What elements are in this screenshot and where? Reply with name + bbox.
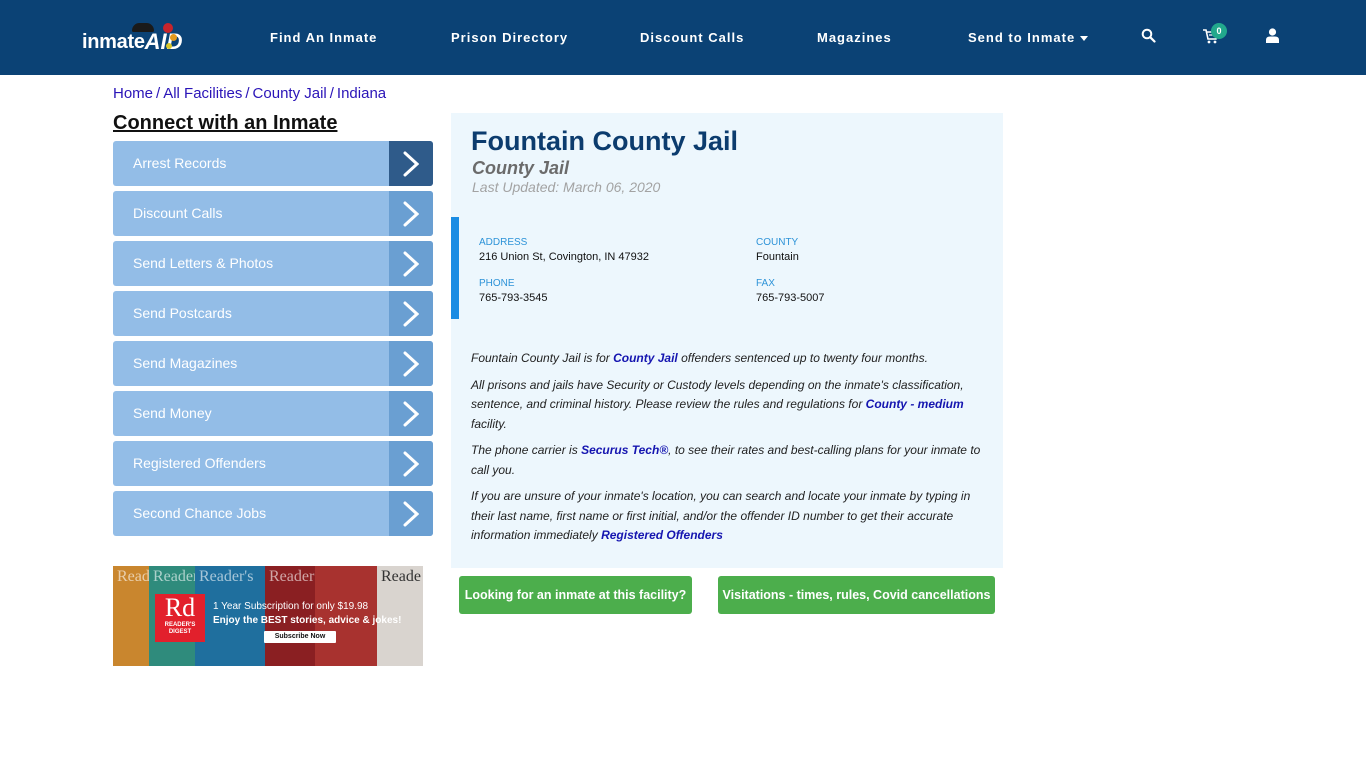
- sidebar-menu: Arrest Records Discount Calls Send Lette…: [113, 141, 433, 541]
- description-paragraph: The phone carrier is Securus Tech®, to s…: [471, 443, 981, 477]
- leaf-icon: [170, 34, 177, 41]
- user-icon[interactable]: [1266, 28, 1279, 48]
- phone-label: PHONE: [479, 278, 515, 289]
- sidebar-item-label: Send Postcards: [133, 305, 232, 321]
- chevron-right-icon: [389, 341, 433, 386]
- search-icon[interactable]: [1141, 28, 1156, 48]
- readers-digest-logo: Rd READER'S DIGEST: [155, 594, 205, 642]
- leaf-icon: [163, 23, 173, 33]
- facility-panel: Fountain County Jail County Jail Last Up…: [451, 113, 1003, 568]
- facility-type: County Jail: [472, 158, 570, 178]
- logo-text-aid: AID: [144, 29, 183, 54]
- registered-offenders-link[interactable]: Registered Offenders: [601, 528, 723, 542]
- county-medium-link[interactable]: County - medium: [866, 397, 964, 411]
- sidebar-item-label: Second Chance Jobs: [133, 505, 267, 521]
- breadcrumb-all-facilities[interactable]: All Facilities: [163, 85, 242, 102]
- fax-value: 765-793-5007: [756, 292, 825, 304]
- ad-promo-line-1: 1 Year Subscription for only $19.98: [213, 601, 369, 612]
- cart-count-badge: 0: [1211, 23, 1227, 39]
- sidebar-item-label: Send Money: [133, 405, 212, 421]
- address-label: ADDRESS: [479, 237, 528, 248]
- address-value: 216 Union St, Covington, IN 47932: [479, 251, 650, 263]
- breadcrumb: Home / All Facilities / County Jail / Indiana: [113, 85, 386, 102]
- securus-tech-link[interactable]: Securus Tech®: [581, 443, 668, 457]
- nav-discount-calls[interactable]: Discount Calls: [640, 30, 744, 45]
- visitations-button[interactable]: Visitations - times, rules, Covid cancel…: [718, 576, 995, 614]
- facility-name: Fountain County Jail: [471, 126, 738, 156]
- breadcrumb-separator: /: [156, 85, 161, 102]
- sidebar-item-label: Send Magazines: [133, 355, 238, 371]
- chevron-right-icon: [389, 141, 433, 186]
- sidebar-item-label: Registered Offenders: [133, 455, 266, 471]
- nav-prison-directory[interactable]: Prison Directory: [451, 30, 568, 45]
- description-paragraph: If you are unsure of your inmate's locat…: [471, 489, 971, 542]
- nav-send-to-inmate-label: Send to Inmate: [968, 30, 1076, 45]
- sidebar-item-send-letters-photos[interactable]: Send Letters & Photos: [113, 241, 433, 286]
- site-header: inmate AID Find An Inmate Prison Directo…: [0, 0, 1366, 75]
- nav-find-an-inmate[interactable]: Find An Inmate: [270, 30, 377, 45]
- sidebar-item-label: Arrest Records: [133, 155, 227, 171]
- sidebar-title[interactable]: Connect with an Inmate: [113, 112, 337, 135]
- chevron-right-icon: [389, 291, 433, 336]
- sidebar-item-label: Send Letters & Photos: [133, 255, 274, 271]
- county-jail-link[interactable]: County Jail: [613, 351, 678, 365]
- county-label: COUNTY: [756, 237, 799, 248]
- breadcrumb-home[interactable]: Home: [113, 85, 153, 102]
- subscribe-now-button[interactable]: Subscribe Now: [264, 631, 336, 643]
- county-value: Fountain: [756, 251, 799, 263]
- find-inmate-at-facility-button[interactable]: Looking for an inmate at this facility?: [459, 576, 692, 614]
- breadcrumb-indiana[interactable]: Indiana: [337, 85, 386, 102]
- pilgrim-hat-icon: [132, 23, 154, 32]
- breadcrumb-separator: /: [245, 85, 250, 102]
- chevron-right-icon: [389, 191, 433, 236]
- sidebar-item-registered-offenders[interactable]: Registered Offenders: [113, 441, 433, 486]
- breadcrumb-separator: /: [329, 85, 334, 102]
- nav-magazines[interactable]: Magazines: [817, 30, 892, 45]
- sidebar-item-send-magazines[interactable]: Send Magazines: [113, 341, 433, 386]
- caret-down-icon: [1080, 36, 1089, 42]
- chevron-right-icon: [389, 491, 433, 536]
- magazine-cover-image: Reader's: [113, 566, 171, 666]
- facility-description: Fountain County Jail is for County Jail …: [471, 349, 991, 553]
- nav-send-to-inmate[interactable]: Send to Inmate: [968, 30, 1089, 45]
- breadcrumb-county-jail[interactable]: County Jail: [253, 85, 327, 102]
- readers-digest-ad-banner[interactable]: Reader's Reader's Reader's Reader's Read…: [113, 566, 423, 666]
- sidebar-item-discount-calls[interactable]: Discount Calls: [113, 191, 433, 236]
- sidebar-item-arrest-records[interactable]: Arrest Records: [113, 141, 433, 186]
- last-updated: Last Updated: March 06, 2020: [472, 179, 661, 195]
- sidebar-item-label: Discount Calls: [133, 205, 223, 221]
- sidebar-item-send-money[interactable]: Send Money: [113, 391, 433, 436]
- fax-label: FAX: [756, 278, 775, 289]
- chevron-right-icon: [389, 441, 433, 486]
- facility-info-box: ADDRESS 216 Union St, Covington, IN 4793…: [451, 217, 1003, 319]
- chevron-right-icon: [389, 241, 433, 286]
- phone-value: 765-793-3545: [479, 292, 548, 304]
- sidebar-item-second-chance-jobs[interactable]: Second Chance Jobs: [113, 491, 433, 536]
- chevron-right-icon: [389, 391, 433, 436]
- description-paragraph: Fountain County Jail is for County Jail …: [471, 351, 928, 365]
- description-paragraph: All prisons and jails have Security or C…: [471, 377, 964, 431]
- leaf-icon: [166, 43, 172, 49]
- logo-text-inmate: inmate: [82, 31, 145, 53]
- ad-promo-line-2: Enjoy the BEST stories, advice & jokes!: [213, 615, 402, 626]
- sidebar-item-send-postcards[interactable]: Send Postcards: [113, 291, 433, 336]
- info-accent-bar: [451, 217, 459, 319]
